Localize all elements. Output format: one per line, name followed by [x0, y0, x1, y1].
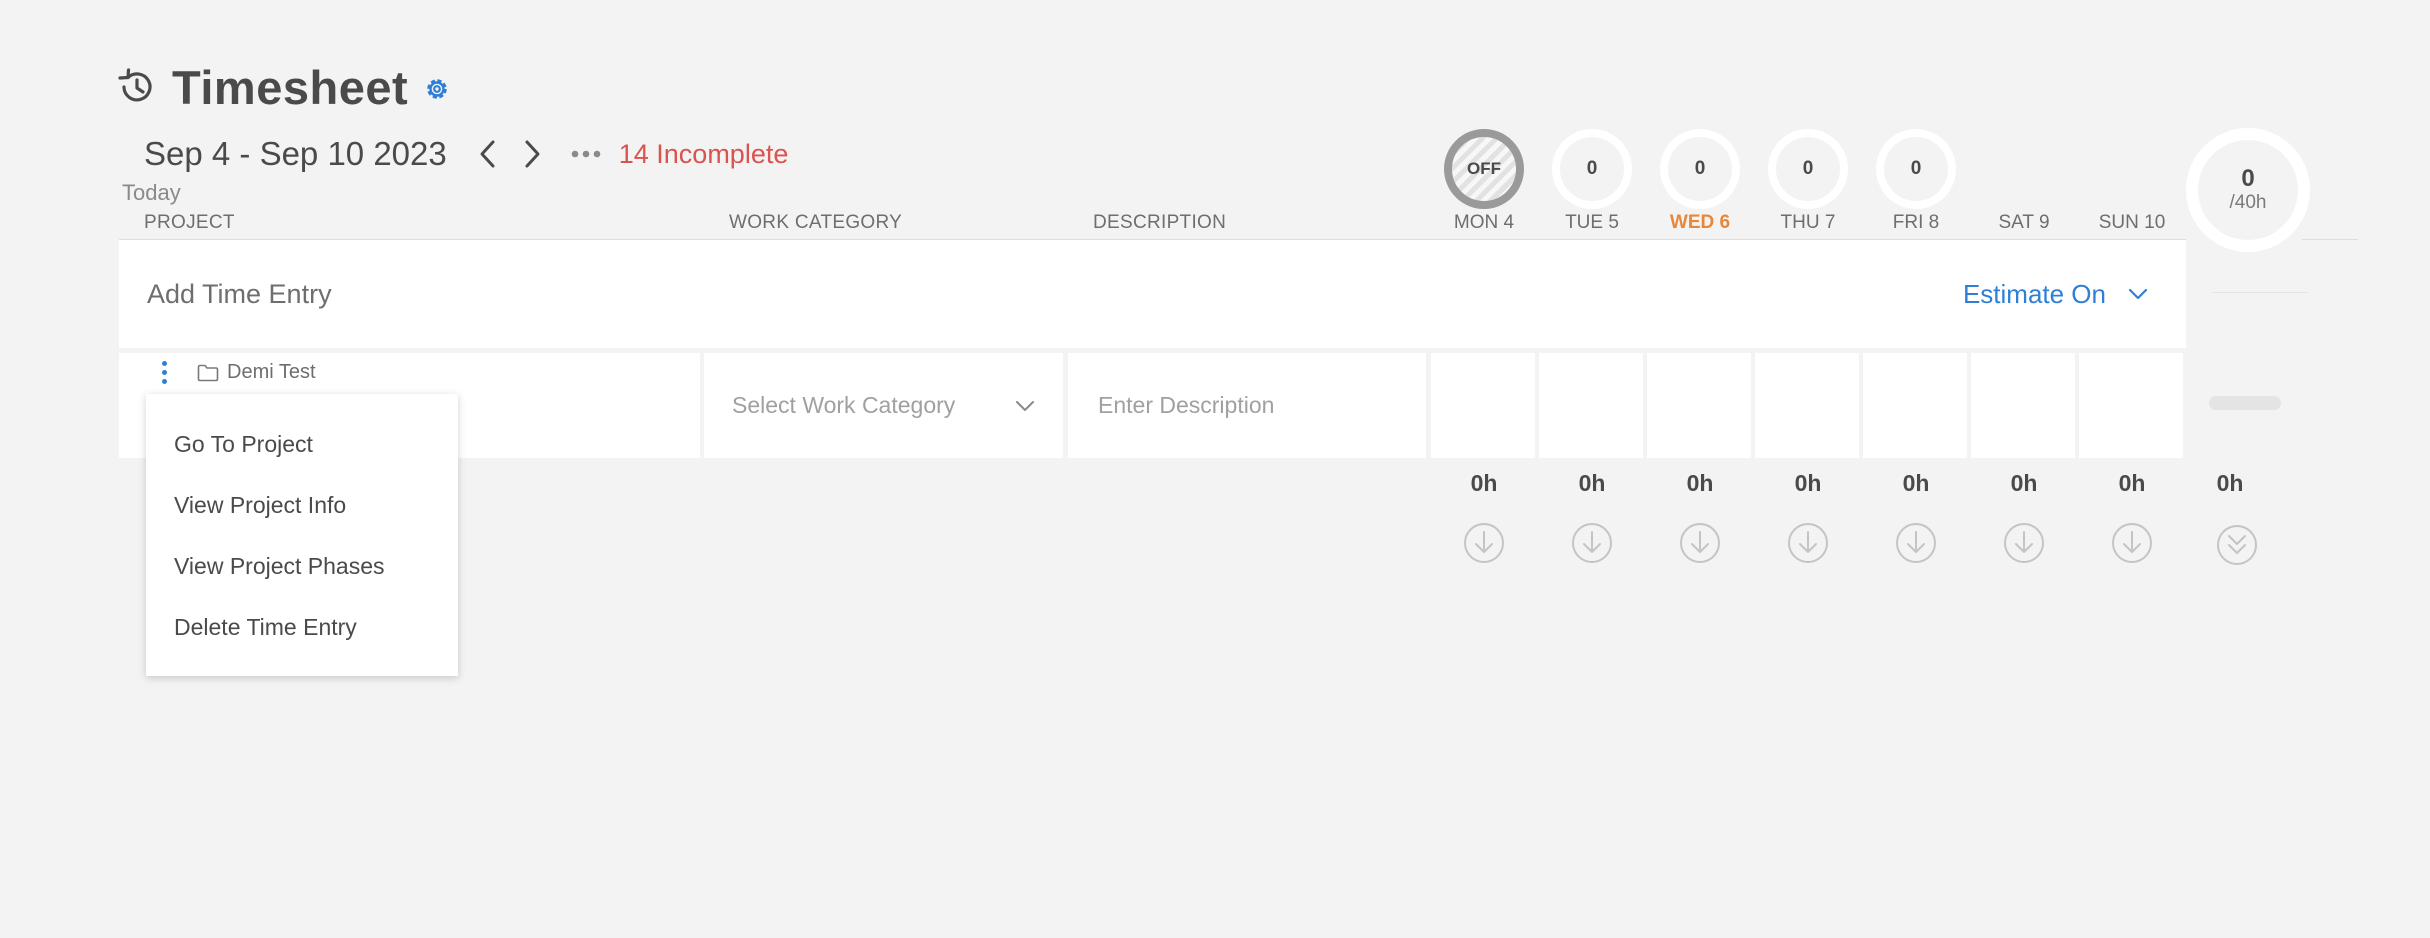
project-column-header: PROJECT [144, 212, 235, 233]
double-arrow-down-circle-icon[interactable] [2216, 524, 2258, 566]
day-circle-thu[interactable]: 0 [1768, 129, 1848, 209]
history-icon [118, 68, 152, 102]
day-total-fri: 0h [1902, 470, 1930, 496]
estimate-toggle[interactable]: Estimate On [1963, 279, 2158, 310]
description-input[interactable] [1096, 391, 1398, 420]
add-time-entry-bar: Add Time Entry Estimate On [119, 240, 2186, 348]
day-circle-wed[interactable]: 0 [1660, 129, 1740, 209]
arrow-down-circle-icon[interactable] [1679, 522, 1721, 564]
arrow-down-circle-icon[interactable] [1787, 522, 1829, 564]
estimate-label: Estimate On [1962, 278, 2106, 309]
hours-cell-sat[interactable] [1971, 353, 2075, 458]
hours-cell-wed[interactable] [1647, 353, 1751, 458]
day-header-sat: SAT 9 [1998, 212, 2050, 233]
menu-item-delete-time-entry[interactable]: Delete Time Entry [146, 597, 458, 658]
week-total-value: 0 [2241, 165, 2255, 193]
day-header-wed: WED 6 [1669, 212, 1731, 233]
more-options-button[interactable] [569, 132, 603, 176]
add-time-entry-button[interactable]: Add Time Entry [147, 279, 332, 310]
hours-cell-sun[interactable] [2079, 353, 2183, 458]
page-title: Timesheet [172, 60, 409, 114]
work-category-placeholder: Select Work Category [732, 392, 956, 418]
timesheet-page: Timesheet Sep 4 - Sep 10 2023 14 Incompl… [0, 0, 2430, 938]
menu-item-go-to-project[interactable]: Go To Project [146, 414, 458, 475]
description-column-header: DESCRIPTION [1093, 212, 1227, 233]
hours-cell-fri[interactable] [1863, 353, 1967, 458]
date-navigation: Sep 4 - Sep 10 2023 14 Incomplete [144, 132, 788, 176]
chevron-down-icon [2128, 288, 2148, 300]
day-total-thu: 0h [1794, 470, 1822, 496]
project-context-menu: Go To Project View Project Info View Pro… [146, 394, 458, 676]
day-header-fri: FRI 8 [1892, 212, 1940, 233]
arrow-down-circle-icon[interactable] [2003, 522, 2045, 564]
work-category-select[interactable]: Select Work Category [704, 353, 1063, 458]
project-name-label: Demi Test [227, 361, 316, 383]
divider [2302, 239, 2358, 240]
day-header-mon: MON 4 [1453, 212, 1515, 233]
day-total-sun: 0h [2118, 470, 2146, 496]
gear-icon[interactable] [422, 74, 452, 104]
week-total-circle: 0 /40h [2186, 128, 2310, 252]
hours-cell-mon[interactable] [1431, 353, 1535, 458]
arrow-down-circle-icon[interactable] [1571, 522, 1613, 564]
row-total-placeholder [2209, 396, 2281, 410]
menu-item-view-project-phases[interactable]: View Project Phases [146, 536, 458, 597]
day-circle-mon[interactable]: OFF [1444, 129, 1524, 209]
day-total-wed: 0h [1686, 470, 1714, 496]
kebab-menu-icon[interactable] [158, 361, 170, 389]
day-total-tue: 0h [1578, 470, 1606, 496]
incomplete-count[interactable]: 14 Incomplete [619, 139, 789, 170]
title-row: Timesheet [116, 60, 452, 114]
day-header-sun: SUN 10 [2098, 212, 2166, 233]
day-circle-fri[interactable]: 0 [1876, 129, 1956, 209]
menu-item-view-project-info[interactable]: View Project Info [146, 475, 458, 536]
hours-cell-tue[interactable] [1539, 353, 1643, 458]
more-horizontal-icon [571, 150, 601, 158]
next-week-button[interactable] [515, 132, 551, 176]
arrow-down-circle-icon[interactable] [1895, 522, 1937, 564]
description-cell [1068, 353, 1426, 458]
date-range[interactable]: Sep 4 - Sep 10 2023 [144, 135, 447, 173]
day-circle-tue[interactable]: 0 [1552, 129, 1632, 209]
day-header-thu: THU 7 [1780, 212, 1836, 233]
folder-icon [197, 364, 219, 381]
project-name[interactable]: Demi Test [197, 361, 316, 384]
chevron-right-icon [525, 140, 540, 168]
arrow-down-circle-icon[interactable] [1463, 522, 1505, 564]
day-total-mon: 0h [1470, 470, 1498, 496]
day-header-tue: TUE 5 [1565, 212, 1619, 233]
divider [2212, 292, 2308, 293]
prev-week-button[interactable] [469, 132, 505, 176]
chevron-down-icon [1016, 400, 1034, 411]
hours-cell-thu[interactable] [1755, 353, 1859, 458]
arrow-down-circle-icon[interactable] [2111, 522, 2153, 564]
week-total-target: /40h [2229, 191, 2267, 213]
week-total-hours: 0h [2216, 470, 2244, 496]
today-link[interactable]: Today [122, 180, 181, 206]
day-total-sat: 0h [2010, 470, 2038, 496]
work-category-column-header: WORK CATEGORY [729, 212, 903, 233]
chevron-left-icon [480, 140, 495, 168]
